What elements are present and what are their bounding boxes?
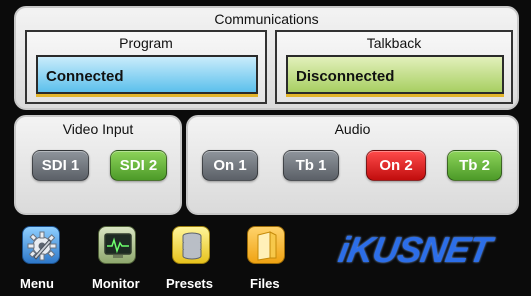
tb1-button[interactable]: Tb 1 — [283, 150, 339, 181]
database-icon — [172, 226, 210, 264]
talkback-status: Disconnected — [286, 55, 504, 94]
program-status: Connected — [36, 55, 258, 94]
talkback-label: Talkback — [366, 35, 422, 51]
talkback-panel: Talkback Disconnected — [275, 30, 513, 104]
sdi1-button[interactable]: SDI 1 — [32, 150, 89, 181]
dock-monitor-label: Monitor — [92, 276, 140, 291]
sdi2-button[interactable]: SDI 2 — [110, 150, 167, 181]
tb2-button[interactable]: Tb 2 — [447, 150, 502, 181]
video-input-title: Video Input — [62, 121, 134, 137]
monitor-icon — [98, 226, 136, 264]
on2-button[interactable]: On 2 — [366, 150, 426, 181]
video-input-panel: Video Input SDI 1 SDI 2 — [14, 115, 182, 215]
gear-icon — [22, 226, 60, 264]
communications-panel: Communications Program Connected Talkbac… — [14, 6, 519, 110]
program-panel: Program Connected — [25, 30, 267, 104]
dock-menu-label: Menu — [20, 276, 54, 291]
dock-files-label: Files — [250, 276, 280, 291]
audio-panel: Audio On 1 Tb 1 On 2 Tb 2 — [186, 115, 519, 215]
communications-title: Communications — [214, 11, 319, 27]
folder-icon — [247, 226, 285, 264]
ikusnet-logo: iKUSNET — [335, 229, 494, 270]
program-label: Program — [119, 35, 173, 51]
dock-presets-label: Presets — [166, 276, 213, 291]
on1-button[interactable]: On 1 — [202, 150, 258, 181]
audio-title: Audio — [334, 121, 371, 137]
